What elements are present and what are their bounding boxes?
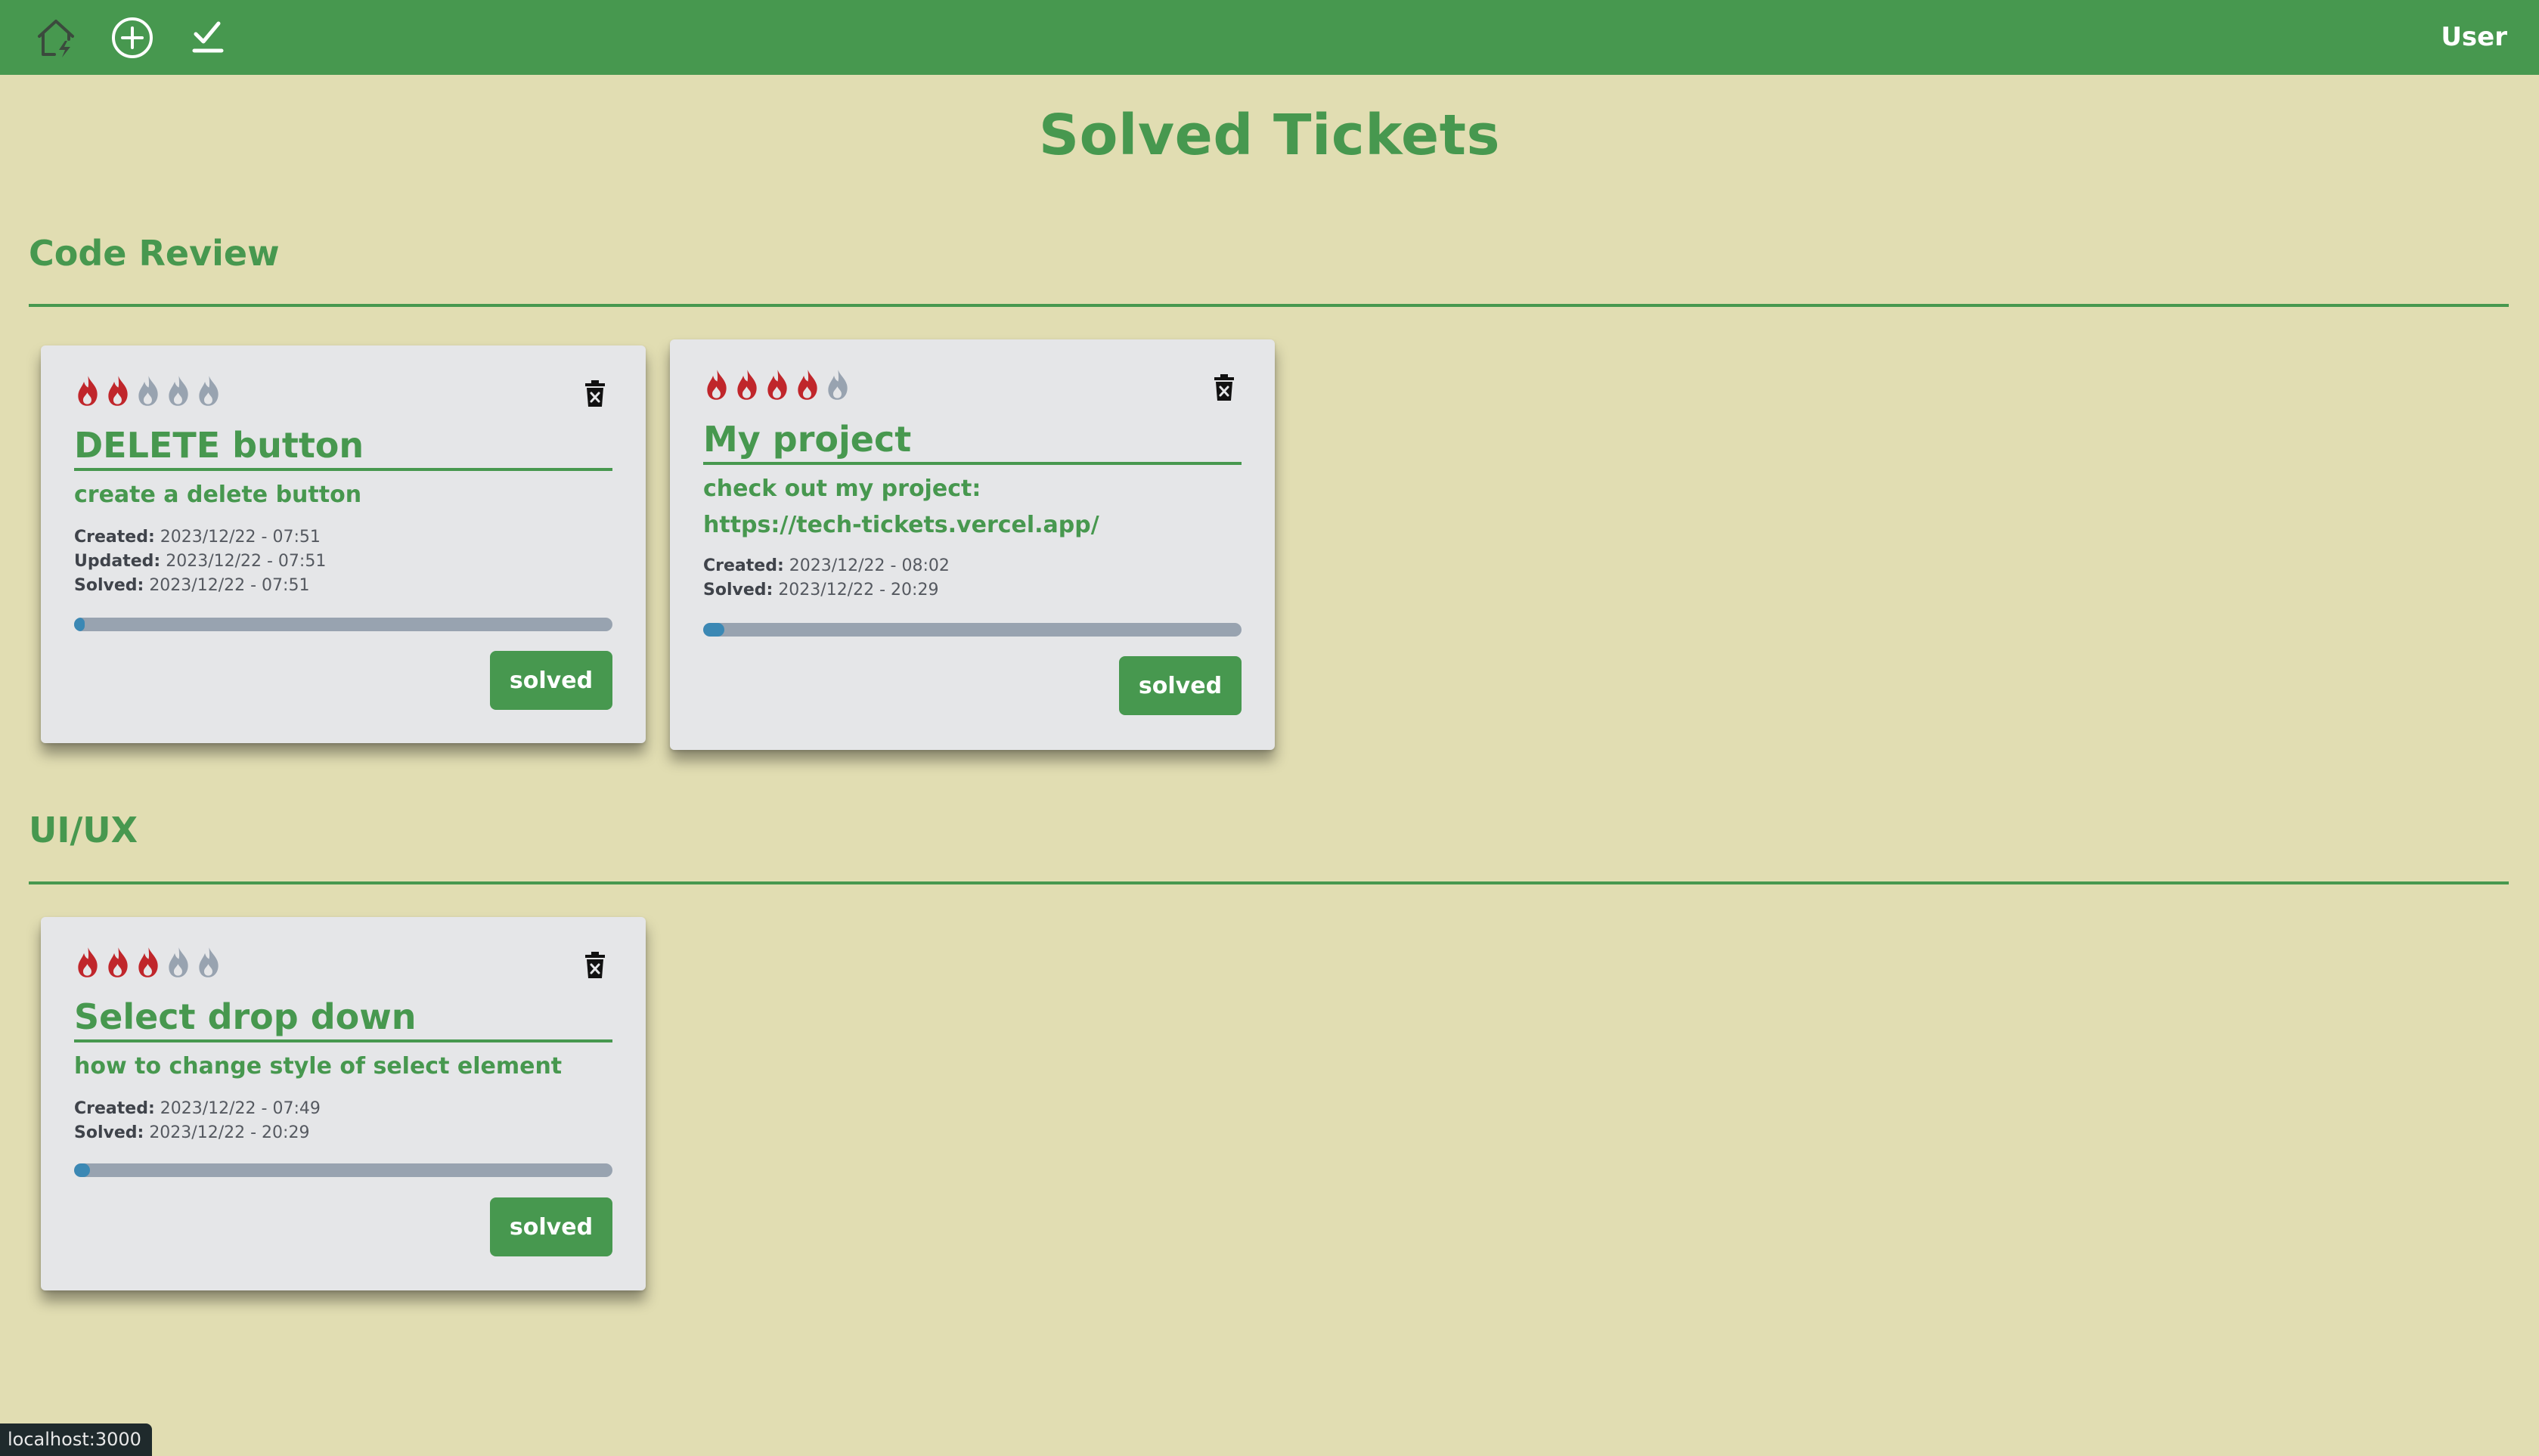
page-title: Solved Tickets (1038, 103, 1501, 168)
delete-icon[interactable] (584, 380, 606, 407)
meta-label: Solved: (74, 576, 144, 595)
top-navbar: User (0, 0, 2539, 75)
ticket-description: check out my project: https://tech-ticke… (703, 471, 1242, 544)
flame-icon-inactive (828, 370, 848, 400)
ticket-card[interactable]: My project check out my project: https:/… (670, 339, 1275, 750)
user-menu[interactable]: User (2441, 0, 2507, 75)
section-title-code-review: Code Review (29, 233, 280, 274)
ticket-meta: Created: 2023/12/22 - 08:02 Solved: 2023… (703, 554, 950, 603)
flame-icon-active (78, 947, 98, 977)
meta-label: Solved: (74, 1123, 144, 1142)
section-divider (29, 881, 2509, 884)
solved-date: 2023/12/22 - 07:51 (149, 576, 310, 595)
flame-icon-active (108, 947, 128, 977)
description-line: check out my project: (703, 476, 981, 502)
project-link[interactable]: https://tech-tickets.vercel.app/ (703, 507, 1242, 544)
created-date: 2023/12/22 - 07:49 (160, 1099, 321, 1118)
flame-icon-active (78, 376, 98, 406)
status-bar-url: localhost:3000 (0, 1423, 152, 1456)
ticket-meta: Created: 2023/12/22 - 07:49 Solved: 2023… (74, 1097, 321, 1145)
status-solved-button[interactable]: solved (1119, 656, 1242, 715)
ticket-description: how to change style of select element (74, 1049, 612, 1085)
flame-icon-inactive (199, 947, 219, 977)
plus-circle-icon[interactable] (109, 0, 156, 75)
ticket-title: DELETE button (74, 424, 612, 471)
flame-icon-inactive (169, 376, 188, 406)
flame-icon-inactive (138, 376, 158, 406)
solved-date: 2023/12/22 - 20:29 (149, 1123, 310, 1142)
delete-icon[interactable] (584, 952, 606, 979)
ticket-meta: Created: 2023/12/22 - 07:51 Updated: 202… (74, 525, 326, 598)
ticket-description: create a delete button (74, 477, 612, 513)
progress-bar (74, 1163, 612, 1177)
check-icon[interactable] (189, 0, 227, 75)
section-title-ui-ux: UI/UX (29, 810, 138, 850)
flame-icon-active (138, 947, 158, 977)
progress-fill (703, 623, 725, 637)
section-divider (29, 304, 2509, 307)
flame-icon-inactive (199, 376, 219, 406)
meta-label: Created: (703, 556, 784, 575)
flame-icon-active (798, 370, 817, 400)
delete-icon[interactable] (1213, 374, 1235, 401)
solved-date: 2023/12/22 - 20:29 (778, 581, 939, 599)
ticket-card[interactable]: Select drop down how to change style of … (41, 917, 646, 1290)
meta-label: Updated: (74, 552, 161, 571)
home-bolt-icon[interactable] (33, 0, 79, 75)
status-solved-button[interactable]: solved (490, 651, 612, 710)
status-solved-button[interactable]: solved (490, 1197, 612, 1256)
description-line: create a delete button (74, 482, 362, 508)
flame-icon-active (707, 370, 727, 400)
meta-label: Solved: (703, 581, 773, 599)
description-line: how to change style of select element (74, 1053, 563, 1080)
ticket-card[interactable]: DELETE button create a delete button Cre… (41, 345, 646, 743)
ticket-title: My project (703, 418, 1242, 465)
updated-date: 2023/12/22 - 07:51 (166, 552, 327, 571)
flame-icon-active (767, 370, 787, 400)
meta-label: Created: (74, 1099, 155, 1118)
progress-fill (74, 618, 85, 631)
ticket-title: Select drop down (74, 996, 612, 1042)
created-date: 2023/12/22 - 07:51 (160, 528, 321, 547)
created-date: 2023/12/22 - 08:02 (789, 556, 950, 575)
progress-bar (703, 623, 1242, 637)
progress-bar (74, 618, 612, 631)
priority-rating (74, 946, 222, 979)
meta-label: Created: (74, 528, 155, 547)
progress-fill (74, 1163, 91, 1177)
flame-icon-active (108, 376, 128, 406)
priority-rating (74, 374, 222, 407)
priority-rating (703, 368, 851, 401)
flame-icon-inactive (169, 947, 188, 977)
flame-icon-active (737, 370, 757, 400)
